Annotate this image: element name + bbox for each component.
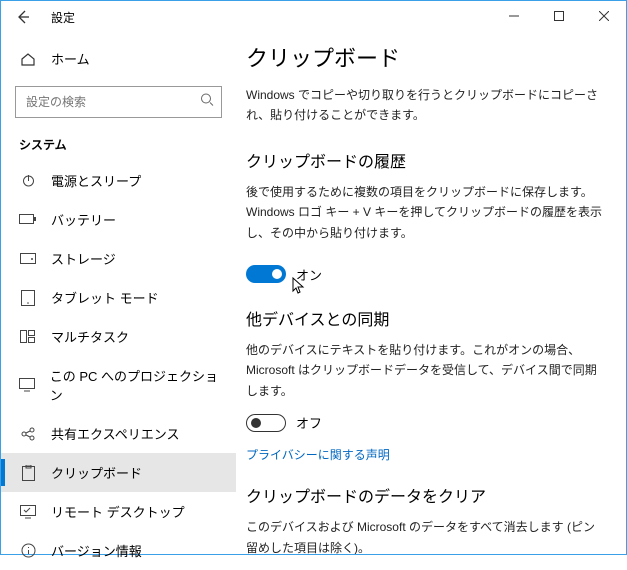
nav-power-sleep[interactable]: 電源とスリープ: [1, 161, 236, 200]
privacy-link[interactable]: プライバシーに関する声明: [246, 446, 604, 463]
nav-battery[interactable]: バッテリー: [1, 200, 236, 239]
sync-heading: 他デバイスとの同期: [246, 306, 604, 330]
history-toggle-label: オン: [296, 265, 322, 284]
nav-shared[interactable]: 共有エクスペリエンス: [1, 414, 236, 453]
sync-toggle-label: オフ: [296, 413, 322, 432]
multitask-icon: [19, 330, 37, 344]
history-heading: クリップボードの履歴: [246, 148, 604, 172]
storage-icon: [19, 253, 37, 265]
intro-text: Windows でコピーや切り取りを行うとクリップボードにコピーされ、貼り付ける…: [246, 85, 604, 126]
nav-label: ストレージ: [51, 249, 116, 268]
info-icon: [19, 543, 37, 558]
home-label: ホーム: [51, 49, 90, 68]
window-title: 設定: [51, 9, 75, 26]
nav-label: タブレット モード: [51, 288, 159, 307]
nav-label: 電源とスリープ: [51, 171, 141, 190]
power-icon: [19, 173, 37, 188]
clear-heading: クリップボードのデータをクリア: [246, 483, 604, 507]
nav-label: マルチタスク: [51, 327, 129, 346]
sync-desc: 他のデバイスにテキストを貼り付けます。これがオンの場合、Microsoft はク…: [246, 340, 604, 401]
minimize-button[interactable]: [491, 1, 536, 31]
share-icon: [19, 426, 37, 442]
nav-label: リモート デスクトップ: [51, 502, 185, 521]
history-toggle[interactable]: [246, 265, 286, 283]
nav-remote[interactable]: リモート デスクトップ: [1, 492, 236, 531]
home-icon: [19, 51, 37, 67]
nav-multitask[interactable]: マルチタスク: [1, 317, 236, 356]
nav-clipboard[interactable]: クリップボード: [1, 453, 236, 492]
history-desc: 後で使用するために複数の項目をクリップボードに保存します。Windows ロゴ …: [246, 182, 604, 243]
clipboard-icon: [19, 465, 37, 481]
nav-projection[interactable]: この PC へのプロジェクション: [1, 356, 236, 414]
section-label: システム: [1, 132, 236, 161]
maximize-button[interactable]: [536, 1, 581, 31]
back-button[interactable]: [9, 3, 37, 31]
close-button[interactable]: [581, 1, 626, 31]
remote-icon: [19, 505, 37, 519]
nav-label: バッテリー: [51, 210, 116, 229]
nav-about[interactable]: バージョン情報: [1, 531, 236, 570]
nav-tablet[interactable]: タブレット モード: [1, 278, 236, 317]
projection-icon: [19, 378, 36, 392]
sync-toggle[interactable]: [246, 414, 286, 432]
nav-label: バージョン情報: [51, 541, 142, 560]
tablet-icon: [19, 290, 37, 306]
nav-storage[interactable]: ストレージ: [1, 239, 236, 278]
main-panel[interactable]: クリップボード Windows でコピーや切り取りを行うとクリップボードにコピー…: [236, 33, 626, 554]
battery-icon: [19, 214, 37, 225]
nav-label: クリップボード: [51, 463, 142, 482]
nav-label: 共有エクスペリエンス: [51, 424, 179, 443]
home-nav[interactable]: ホーム: [1, 41, 236, 76]
page-title: クリップボード: [246, 41, 604, 73]
search-input[interactable]: [15, 86, 222, 118]
clear-desc: このデバイスおよび Microsoft のデータをすべて消去します (ピン留めし…: [246, 517, 604, 554]
nav-label: この PC へのプロジェクション: [50, 366, 218, 404]
